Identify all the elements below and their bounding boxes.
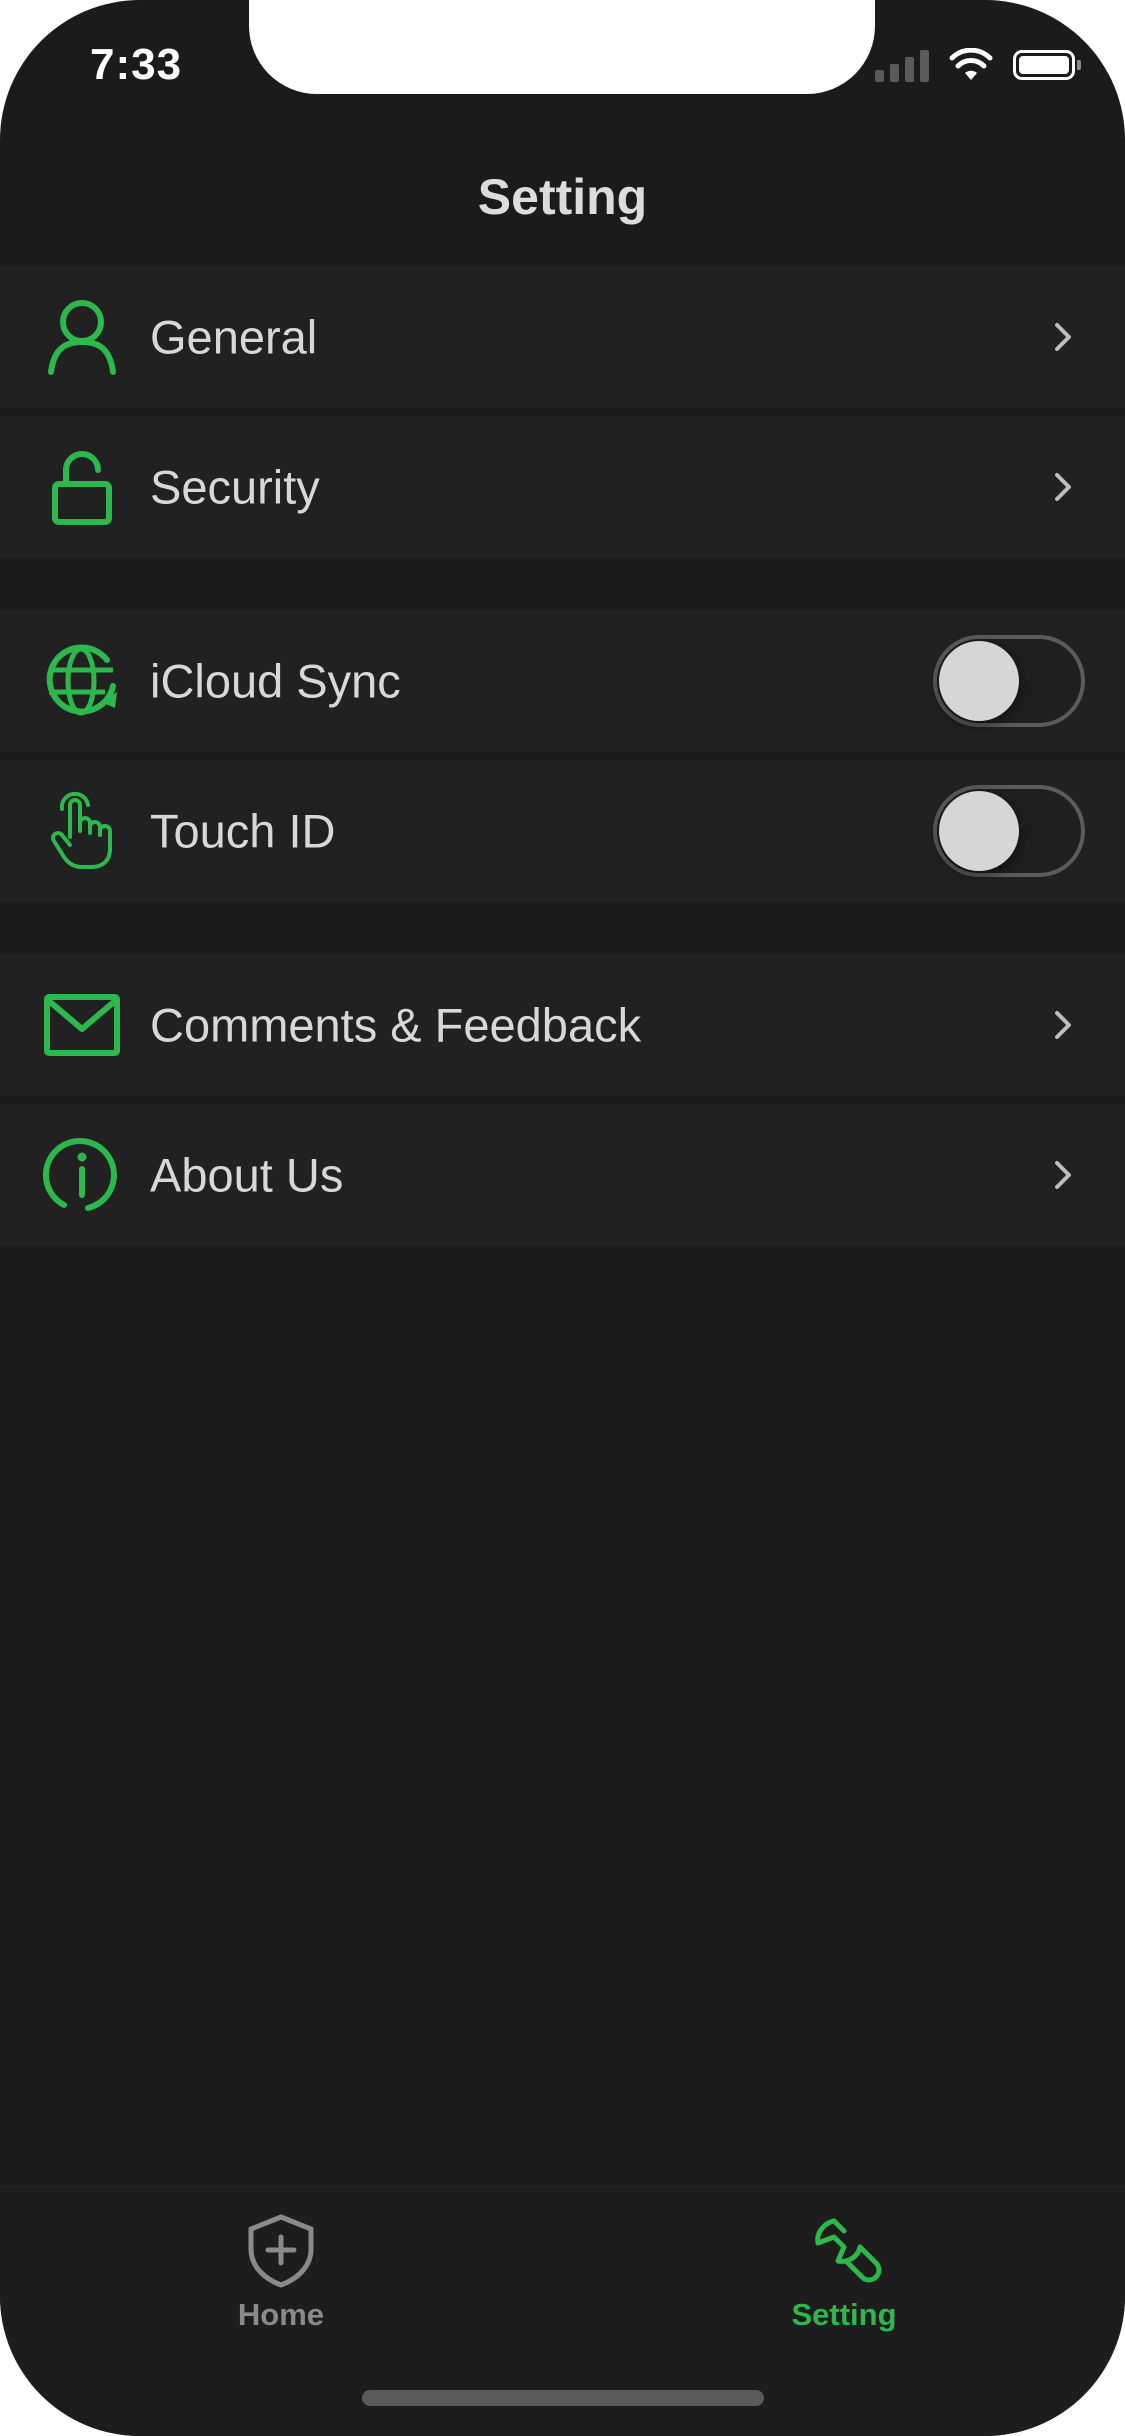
settings-row-touch-id: Touch ID [0, 760, 1125, 902]
status-time: 7:33 [90, 40, 183, 89]
settings-row-icloud-sync: iCloud Sync [0, 610, 1125, 752]
tab-home-label: Home [237, 2297, 325, 2332]
chevron-right-icon [1055, 1011, 1071, 1039]
globe-sync-icon [42, 641, 122, 721]
person-icon [42, 297, 122, 377]
unlock-icon [42, 447, 122, 527]
phone-screen: 7:33 Setting General Security iCloud Syn… [0, 0, 1125, 2436]
settings-row-label: Comments & Feedback [150, 998, 642, 1052]
chevron-right-icon [1055, 473, 1071, 501]
wrench-icon [815, 2218, 882, 2283]
status-indicators [875, 48, 1081, 82]
toggle-knob [939, 641, 1019, 721]
hand-pointer-icon [42, 791, 122, 871]
cellular-signal-icon [875, 48, 929, 82]
settings-row-general[interactable]: General [0, 266, 1125, 408]
home-indicator[interactable] [362, 2390, 764, 2406]
settings-row-label: Security [150, 460, 320, 514]
page-title: Setting [477, 169, 648, 225]
tab-setting[interactable]: Setting [724, 2211, 964, 2333]
settings-row-security[interactable]: Security [0, 416, 1125, 558]
settings-row-label: General [150, 310, 318, 364]
touch-id-toggle[interactable] [933, 785, 1085, 877]
settings-row-feedback[interactable]: Comments & Feedback [0, 954, 1125, 1096]
chevron-right-icon [1055, 323, 1071, 351]
tab-setting-label: Setting [791, 2297, 897, 2332]
tab-home[interactable]: Home [161, 2211, 401, 2333]
chevron-right-icon [1055, 1161, 1071, 1189]
battery-icon [1013, 50, 1081, 80]
icloud-sync-toggle[interactable] [933, 635, 1085, 727]
settings-row-label: Touch ID [150, 804, 336, 858]
wifi-icon [949, 48, 993, 80]
settings-row-about[interactable]: About Us [0, 1104, 1125, 1246]
shield-plus-icon [248, 2214, 314, 2288]
toggle-knob [939, 791, 1019, 871]
mail-icon [42, 985, 122, 1065]
info-icon [42, 1135, 122, 1215]
settings-row-label: About Us [150, 1148, 344, 1202]
settings-row-label: iCloud Sync [150, 654, 401, 708]
device-notch [249, 0, 875, 94]
